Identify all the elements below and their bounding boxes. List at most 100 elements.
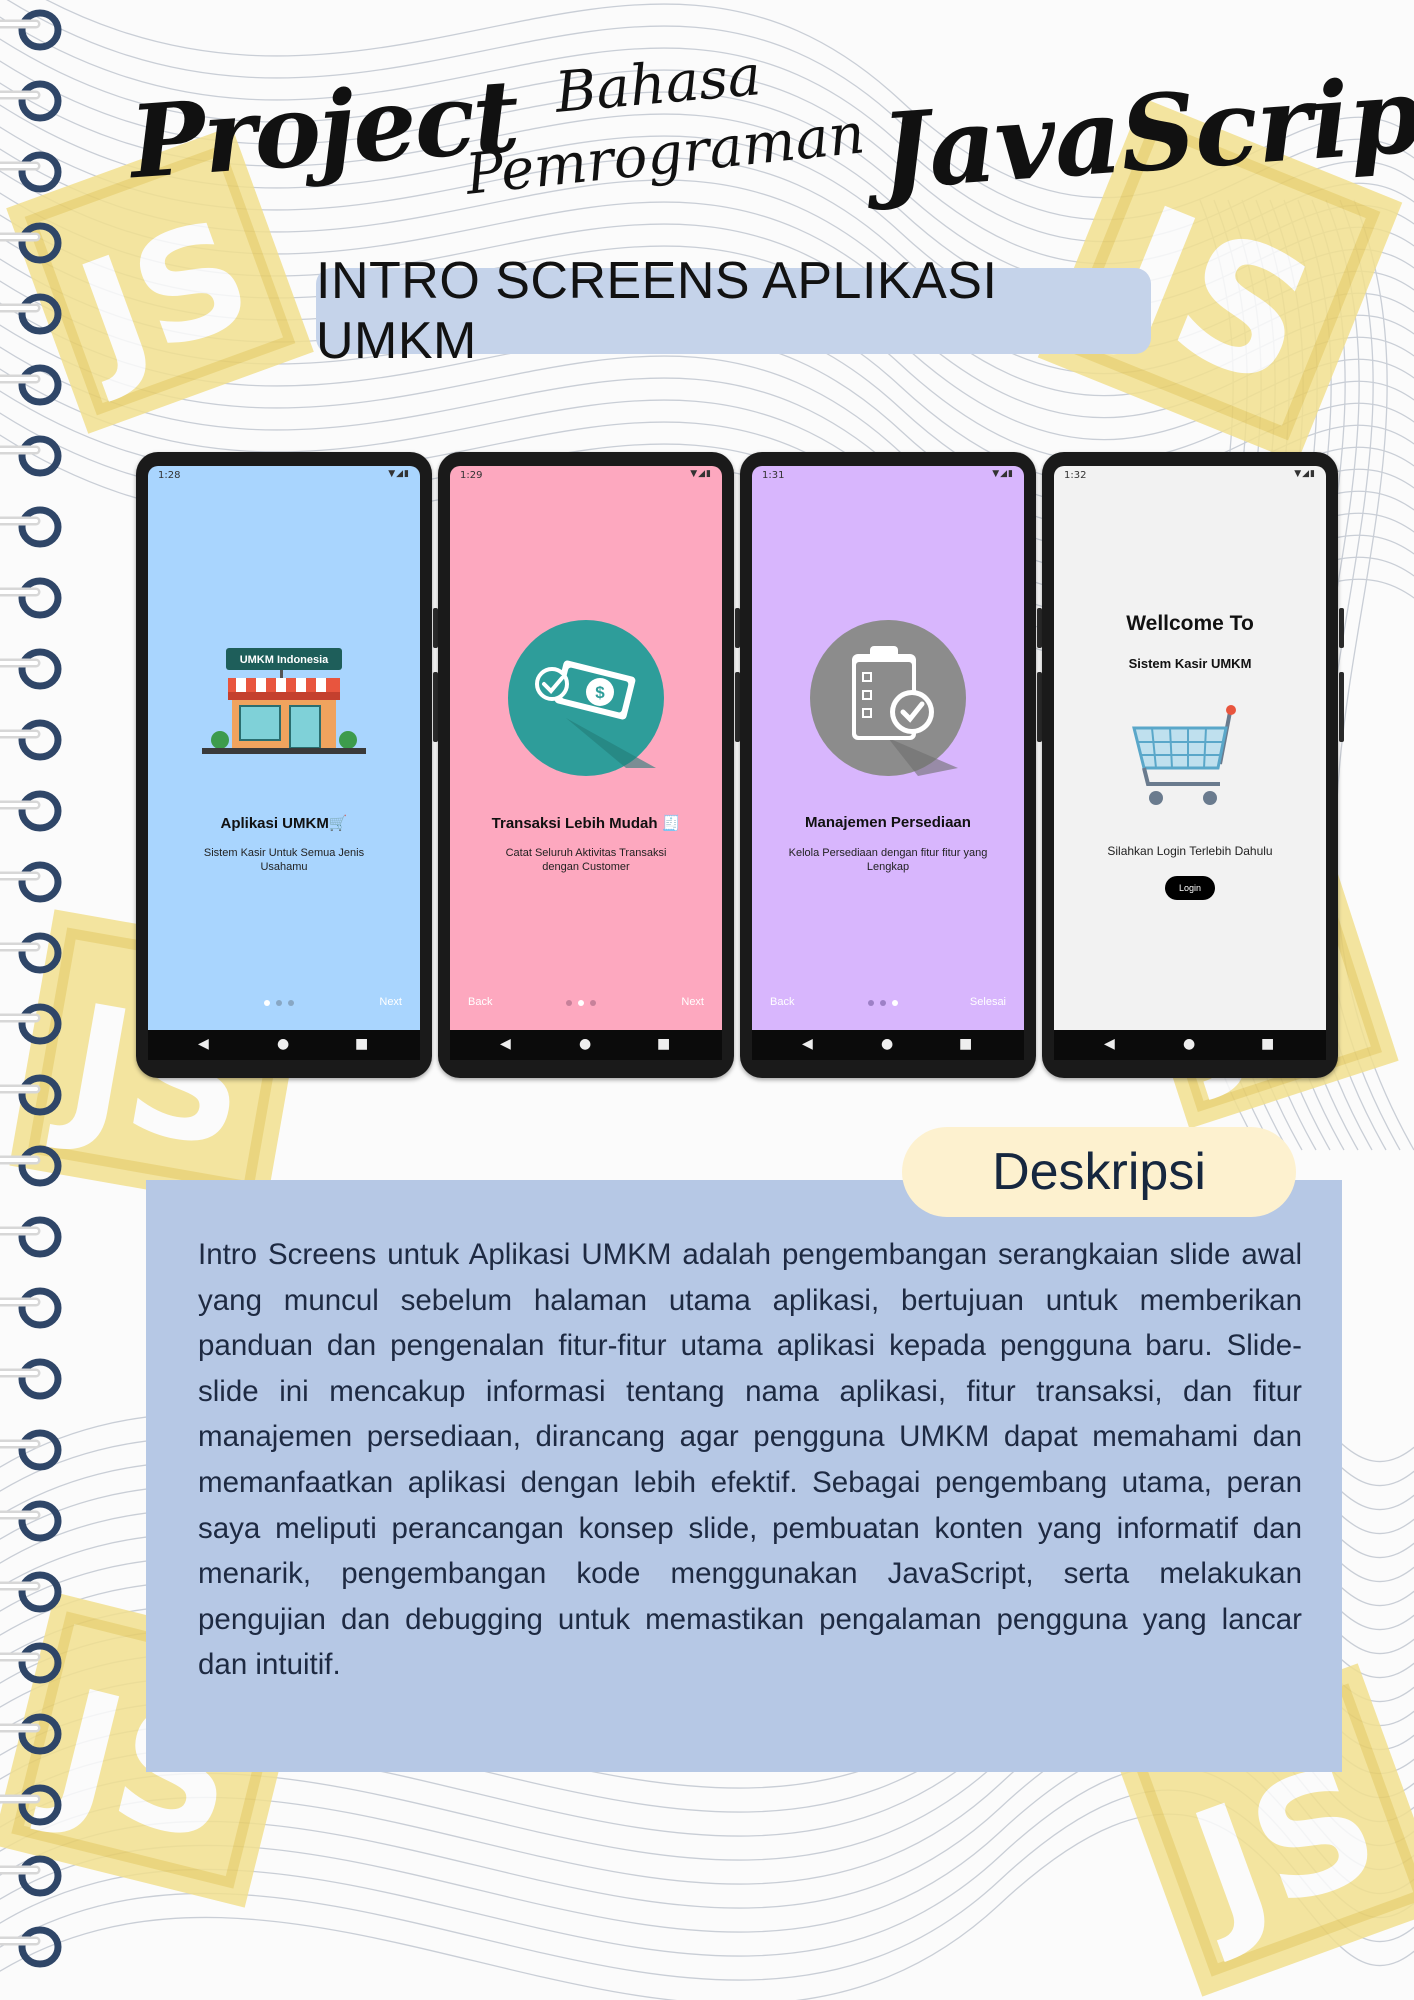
- page-indicator: [566, 1000, 606, 1008]
- title-bahasa: Bahasa: [552, 43, 764, 126]
- phone-4: 1:32 ▼◢▮ Wellcome To Sistem Kasir UMKM Si…: [1042, 452, 1344, 1078]
- status-icons: ▼◢▮: [1294, 469, 1316, 479]
- binding-ring: [0, 1429, 62, 1471]
- recents-nav-icon[interactable]: ■: [355, 1036, 368, 1052]
- subtitle-banner: INTRO SCREENS APLIKASI UMKM: [316, 252, 1151, 370]
- recents-nav-icon[interactable]: ■: [657, 1036, 670, 1052]
- recents-nav-icon[interactable]: ■: [959, 1036, 972, 1052]
- binding-ring: [0, 506, 62, 548]
- binding-ring: [0, 9, 62, 51]
- dot-1: [868, 1000, 874, 1006]
- dot-2: [276, 1000, 282, 1006]
- status-time: 1:31: [762, 470, 785, 481]
- status-icons: ▼◢▮: [388, 469, 410, 479]
- binding-ring: [0, 1713, 62, 1755]
- back-button[interactable]: Back: [468, 996, 492, 1008]
- android-navbar: ◀ ● ■: [148, 1030, 420, 1060]
- dot-1: [264, 1000, 270, 1006]
- binding-ring: [0, 1216, 62, 1258]
- binding-ring: [0, 1642, 62, 1684]
- finish-button[interactable]: Selesai: [970, 996, 1006, 1008]
- dot-1: [566, 1000, 572, 1006]
- slide-description: Catat Seluruh Aktivitas Transaksi dengan…: [505, 847, 667, 873]
- phone-1: 1:28 ▼◢▮ UMKM Indonesia Aplikasi UMKM🛒 Si…: [136, 452, 438, 1078]
- binding-ring: [0, 1500, 62, 1542]
- back-nav-icon[interactable]: ◀: [1104, 1036, 1115, 1052]
- binding-ring: [0, 1358, 62, 1400]
- slide-description: Kelola Persediaan dengan fitur fitur yan…: [788, 847, 988, 873]
- dot-3: [892, 1000, 898, 1006]
- page-title: Project Bahasa Pemrograman JavaScript: [120, 40, 1414, 230]
- title-project: Project: [126, 56, 522, 202]
- binding-ring: [0, 80, 62, 122]
- svg-text:$: $: [595, 683, 605, 702]
- home-nav-icon[interactable]: ●: [1183, 1036, 1195, 1052]
- binding-ring: [0, 932, 62, 974]
- status-icons: ▼◢▮: [992, 469, 1014, 479]
- description-body: Intro Screens untuk Aplikasi UMKM adalah…: [198, 1238, 1302, 1682]
- spiral-binding: [0, 9, 62, 1968]
- binding-ring: [0, 1145, 62, 1187]
- binding-ring: [0, 719, 62, 761]
- next-button[interactable]: Next: [379, 996, 402, 1008]
- home-nav-icon[interactable]: ●: [881, 1036, 893, 1052]
- page-indicator: [264, 1000, 304, 1008]
- shopping-cart-icon: [1132, 705, 1236, 805]
- binding-ring: [0, 293, 62, 335]
- android-navbar: ◀ ● ■: [1054, 1030, 1326, 1060]
- dot-3: [590, 1000, 596, 1006]
- slide-description: Sistem Kasir Untuk Semua Jenis Usahamu: [203, 847, 365, 873]
- back-nav-icon[interactable]: ◀: [500, 1036, 511, 1052]
- login-screen: 1:32 ▼◢▮ Wellcome To Sistem Kasir UMKM Si…: [1054, 466, 1326, 1030]
- status-time: 1:29: [460, 470, 483, 481]
- binding-ring: [0, 1003, 62, 1045]
- binding-ring: [0, 435, 62, 477]
- title-pemrograman: Pemrograman: [462, 101, 868, 208]
- title-javascript: JavaScript: [876, 49, 1414, 214]
- recents-nav-icon[interactable]: ■: [1261, 1036, 1274, 1052]
- back-nav-icon[interactable]: ◀: [802, 1036, 813, 1052]
- next-button[interactable]: Next: [681, 996, 704, 1008]
- binding-ring: [0, 1784, 62, 1826]
- clipboard-check-icon: [810, 620, 966, 776]
- status-time: 1:32: [1064, 470, 1087, 481]
- binding-ring: [0, 222, 62, 264]
- dot-2: [880, 1000, 886, 1006]
- binding-ring: [0, 577, 62, 619]
- binding-ring: [0, 1287, 62, 1329]
- intro-screen-3: 1:31 ▼◢▮ Manajemen Persediaan Kelola Pers…: [752, 466, 1024, 1030]
- android-navbar: ◀ ● ■: [752, 1030, 1024, 1060]
- intro-screen-2: 1:29 ▼◢▮ $ Transaksi Lebih Mudah 🧾 Catat …: [450, 466, 722, 1030]
- binding-ring: [0, 1855, 62, 1897]
- login-button[interactable]: Login: [1165, 876, 1215, 900]
- binding-ring: [0, 364, 62, 406]
- phone-2: 1:29 ▼◢▮ $ Transaksi Lebih Mudah 🧾 Catat …: [438, 452, 740, 1078]
- shop-sign-text: UMKM Indonesia: [240, 654, 329, 666]
- dot-2: [578, 1000, 584, 1006]
- binding-ring: [0, 790, 62, 832]
- phone-screenshots: 1:28 ▼◢▮ UMKM Indonesia Aplikasi UMKM🛒 Si…: [136, 448, 1346, 1088]
- home-nav-icon[interactable]: ●: [579, 1036, 591, 1052]
- slide-title: Transaksi Lebih Mudah 🧾: [491, 815, 681, 832]
- binding-ring: [0, 1571, 62, 1613]
- binding-ring: [0, 151, 62, 193]
- binding-ring: [0, 861, 62, 903]
- back-button[interactable]: Back: [770, 996, 794, 1008]
- login-prompt: Silahkan Login Terlebih Dahulu: [1107, 844, 1273, 858]
- app-name: Sistem Kasir UMKM: [1128, 656, 1252, 671]
- phone-3: 1:31 ▼◢▮ Manajemen Persediaan Kelola Pers…: [740, 452, 1042, 1078]
- android-navbar: ◀ ● ■: [450, 1030, 722, 1060]
- status-icons: ▼◢▮: [690, 469, 712, 479]
- slide-title: Aplikasi UMKM🛒: [220, 815, 348, 832]
- binding-ring: [0, 648, 62, 690]
- intro-screen-1: 1:28 ▼◢▮ UMKM Indonesia Aplikasi UMKM🛒 Si…: [148, 466, 420, 1030]
- page-indicator: [868, 1000, 908, 1008]
- home-nav-icon[interactable]: ●: [277, 1036, 289, 1052]
- subtitle-text: INTRO SCREENS APLIKASI UMKM: [316, 252, 998, 370]
- description-heading-pill: Deskripsi: [902, 1127, 1296, 1217]
- welcome-heading: Wellcome To: [1126, 612, 1254, 635]
- money-check-icon: $: [508, 620, 664, 776]
- back-nav-icon[interactable]: ◀: [198, 1036, 209, 1052]
- binding-ring: [0, 1926, 62, 1968]
- dot-3: [288, 1000, 294, 1006]
